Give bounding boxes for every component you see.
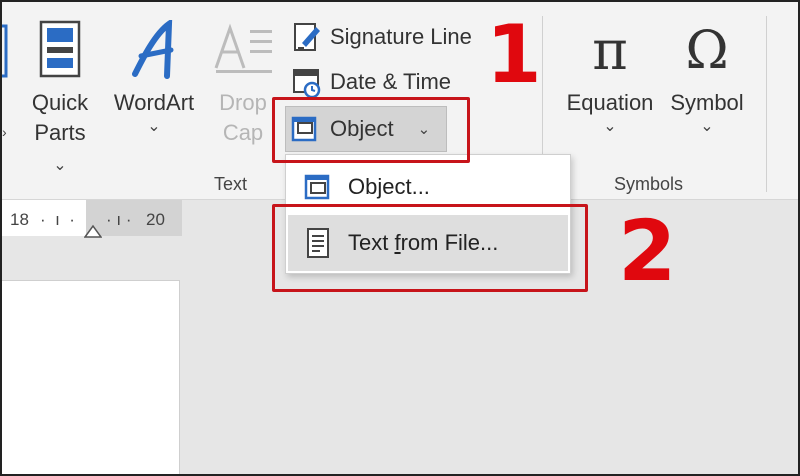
chevron-down-icon: ⌄ bbox=[53, 157, 67, 174]
menu-item-object[interactable]: Object... bbox=[288, 159, 568, 215]
object-icon bbox=[288, 172, 348, 202]
drop-cap-button[interactable]: Drop Cap bbox=[208, 20, 278, 148]
quick-parts-icon bbox=[26, 20, 94, 80]
indent-marker-icon[interactable] bbox=[84, 224, 102, 238]
chevron-down-icon: ⌄ bbox=[147, 118, 161, 135]
signature-line-icon bbox=[294, 23, 320, 51]
group-separator bbox=[766, 16, 767, 192]
quick-parts-label-1: Quick bbox=[31, 90, 89, 115]
object-icon bbox=[291, 116, 317, 142]
object-dropdown-button[interactable]: Object ⌄ bbox=[285, 106, 447, 152]
equation-button[interactable]: π Equation ⌄ bbox=[558, 20, 662, 136]
menu-item-text-from-file-label: Text from File... bbox=[348, 230, 499, 255]
quick-parts-button[interactable]: Quick Parts ⌄ bbox=[26, 20, 94, 178]
symbols-group-label: Symbols bbox=[614, 174, 684, 194]
text-file-icon bbox=[288, 227, 348, 259]
signature-line-label: Signature Line bbox=[330, 24, 472, 49]
quick-parts-label-2: Parts ⌄ bbox=[34, 120, 86, 174]
omega-icon: Ω bbox=[685, 21, 729, 81]
partial-left-chevron: › bbox=[2, 124, 7, 140]
calendar-clock-icon bbox=[293, 69, 321, 98]
partial-left-icon bbox=[2, 22, 10, 80]
menu-item-object-label: Object... bbox=[348, 174, 430, 199]
chevron-down-icon[interactable]: ⌄ bbox=[418, 120, 431, 138]
wordart-label: WordArt bbox=[113, 90, 195, 115]
step-number-1: 1 bbox=[486, 8, 542, 101]
pi-icon: π bbox=[592, 19, 628, 82]
signature-line-button[interactable]: Signature Line bbox=[292, 20, 472, 54]
chevron-down-icon: ⌄ bbox=[603, 118, 617, 135]
wordart-button[interactable]: WordArt ⌄ bbox=[106, 20, 202, 136]
menu-item-text-from-file[interactable]: Text from File... bbox=[288, 215, 568, 271]
text-group-label: Text bbox=[214, 174, 248, 194]
drop-cap-label-2: Cap bbox=[222, 120, 264, 145]
object-label: Object bbox=[330, 116, 394, 141]
ruler-ticks: · ı · bbox=[106, 210, 132, 229]
document-page[interactable] bbox=[2, 280, 180, 474]
app-window: › Quick Parts ⌄ WordArt ⌄ Drop Cap Signa… bbox=[0, 0, 800, 476]
chevron-down-icon: ⌄ bbox=[700, 118, 714, 135]
ruler-mark-18: 18 bbox=[10, 210, 29, 229]
wordart-icon bbox=[106, 20, 202, 80]
drop-cap-icon bbox=[208, 20, 278, 80]
step-number-2: 2 bbox=[618, 202, 677, 300]
date-time-button[interactable]: Date & Time bbox=[292, 65, 451, 99]
symbol-button[interactable]: Ω Symbol ⌄ bbox=[662, 20, 752, 136]
ruler-mark-20: 20 bbox=[146, 210, 165, 229]
drop-cap-label-1: Drop bbox=[219, 90, 267, 115]
equation-label: Equation bbox=[566, 90, 654, 115]
object-dropdown-menu: Object... Text from File... bbox=[285, 154, 571, 274]
symbol-label: Symbol bbox=[670, 90, 744, 115]
date-time-label: Date & Time bbox=[330, 69, 452, 94]
ruler-ticks: · ı · bbox=[40, 210, 75, 229]
